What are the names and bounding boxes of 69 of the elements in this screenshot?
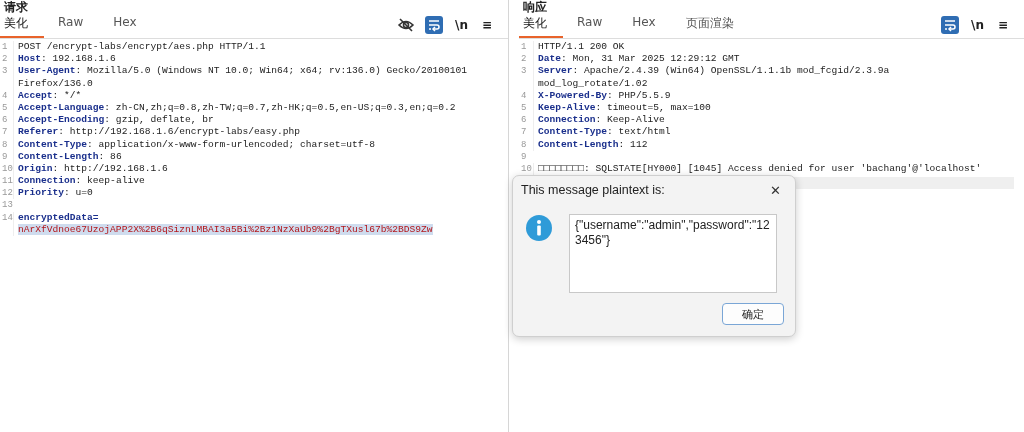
menu-icon[interactable]: ≡ (995, 18, 1010, 32)
tab[interactable]: Raw (54, 12, 98, 38)
line-number: 9 (1, 150, 9, 163)
line-number: 10 (1, 162, 13, 176)
code-line: Connection: keep-alive (13, 175, 145, 188)
line-number: 4 (1, 89, 9, 102)
code-line: Referer: http://192.168.1.6/encrypt-labs/easy.php (13, 126, 301, 139)
line-number: 10 (520, 162, 533, 176)
tab[interactable]: Hex (628, 12, 670, 38)
info-icon (526, 215, 552, 241)
code-line: X-Powered-By: PHP/5.5.9 (533, 89, 671, 102)
tab[interactable]: 页面渲染 (681, 12, 748, 38)
code-line: User-Agent: Mozilla/5.0 (Windows NT 10.0; Win64; x64; rv:136.0) Gecko/20100101 (13, 65, 468, 78)
eye-slash-icon[interactable] (397, 16, 415, 34)
dialog-title: This message plaintext is: (521, 183, 665, 197)
code-line: Origin: http://192.168.1.6 (13, 162, 168, 176)
code-line: Content-Length: 86 (13, 150, 122, 163)
tab[interactable]: 美化 (519, 12, 563, 38)
line-number: 6 (1, 114, 9, 127)
ok-button[interactable]: 确定 (722, 303, 784, 325)
tab[interactable]: 美化 (0, 12, 44, 38)
code-line: Accept-Encoding: gzip, deflate, br (13, 114, 214, 127)
code-line: Accept-Language: zh-CN,zh;q=0.8,zh-TW;q=0.7,zh-HK;q=0.5,en-US;q=0.3,en;q=0.2 (13, 101, 456, 115)
line-number: 4 (520, 89, 528, 102)
code-line: HTTP/1.1 200 OK (533, 41, 625, 54)
line-number: 11 (1, 175, 13, 188)
wrap-icon[interactable] (425, 16, 443, 34)
code-line: Firefox/136.0 (13, 77, 93, 90)
code-line: Content-Type: text/html (533, 126, 671, 139)
code-line: encryptedData= (13, 211, 99, 224)
tab[interactable]: Raw (573, 12, 617, 38)
code-line: POST /encrypt-labs/encrypt/aes.php HTTP/1.1 (13, 41, 266, 54)
menu-icon[interactable]: ≡ (479, 18, 494, 32)
code-line: Content-Length: 112 (533, 138, 648, 151)
line-number: 7 (1, 126, 9, 139)
line-number: 5 (1, 101, 9, 115)
line-number: 7 (520, 126, 528, 139)
line-number: 2 (1, 53, 9, 66)
line-number: 8 (1, 138, 9, 151)
code-line: Host: 192.168.1.6 (13, 53, 116, 66)
code-line: Connection: Keep-Alive (533, 114, 665, 127)
code-line: Content-Type: application/x-www-form-urlencoded; charset=utf-8 (13, 138, 375, 151)
message-text-area[interactable]: {"username":"admin","password":"123456"} (569, 214, 777, 293)
line-number: 2 (520, 53, 528, 66)
line-number: 9 (520, 150, 528, 163)
line-number: 3 (1, 65, 9, 78)
code-line: Keep-Alive: timeout=5, max=100 (533, 101, 711, 115)
line-number: 12 (1, 187, 13, 200)
newline-toggle[interactable]: \n (453, 18, 470, 32)
line-number: 3 (520, 65, 528, 78)
code-line: Priority: u=0 (13, 187, 93, 200)
panel-title: 响应 (522, 0, 548, 14)
wrap-icon[interactable] (941, 16, 959, 34)
code-line: Accept: */* (13, 89, 82, 102)
code-line: mod_log_rotate/1.02 (533, 77, 648, 90)
panel-title: 请求 (3, 0, 29, 14)
code-line: Date: Mon, 31 Mar 2025 12:29:12 GMT (533, 53, 740, 66)
line-number: 1 (520, 41, 528, 54)
line-number: 13 (1, 199, 13, 212)
close-button[interactable]: ✕ (764, 182, 787, 198)
code-line: Server: Apache/2.4.39 (Win64) OpenSSL/1.1.1b mod_fcgid/2.3.9a (533, 65, 890, 78)
line-number: 6 (520, 114, 528, 127)
code-line: nArXfVdnoe67UzojAPP2X%2B6qSiznLMBAI3a5Bi%2Bz1NzXaUb9%2BgTXusl67b%2BDS9Zw (13, 223, 433, 236)
line-number: 8 (520, 138, 528, 151)
tab[interactable]: Hex (109, 12, 151, 38)
newline-toggle[interactable]: \n (969, 18, 986, 32)
line-number: 5 (520, 101, 528, 115)
line-number: 14 (1, 211, 13, 224)
line-number: 1 (1, 41, 9, 54)
